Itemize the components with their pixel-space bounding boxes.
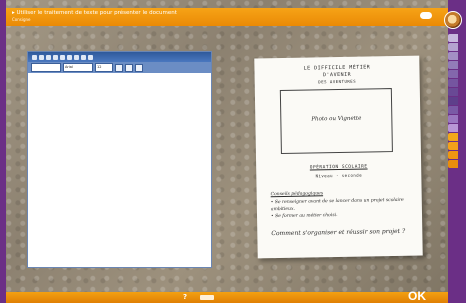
side-tab[interactable] [448, 115, 458, 123]
open-icon[interactable] [39, 54, 44, 60]
copy-icon[interactable] [67, 54, 72, 60]
instruction-bar: ▸ Utiliser le traitement de texte pour p… [6, 8, 448, 26]
italic-icon[interactable] [125, 63, 133, 72]
help-icon[interactable]: ? [183, 293, 187, 301]
side-tab[interactable] [448, 106, 458, 114]
cloud-icon[interactable] [420, 12, 432, 19]
editor-content[interactable] [28, 73, 211, 267]
tool-icon[interactable] [200, 295, 214, 300]
doc-section-heading: Conseils pédagogiques [270, 191, 324, 198]
side-tab[interactable] [448, 61, 458, 69]
paste-icon[interactable] [74, 54, 79, 60]
cut-icon[interactable] [60, 54, 65, 60]
redo-icon[interactable] [88, 54, 93, 60]
font-select[interactable]: Arial [63, 63, 93, 72]
bottom-bar [6, 292, 448, 303]
bold-icon[interactable] [115, 63, 123, 72]
doc-note-3: • Se former au métier choisi. [270, 213, 338, 220]
side-tab[interactable] [448, 34, 458, 42]
underline-icon[interactable] [135, 63, 143, 72]
image-placeholder-text: Photo ou Vignette [311, 115, 362, 123]
doc-note-1: • Se renseigner avant de se lancer dans … [270, 197, 404, 206]
save-icon[interactable] [46, 54, 51, 60]
side-tab[interactable] [448, 88, 458, 96]
app-logo-icon[interactable] [444, 11, 462, 29]
editor-toolbar [28, 52, 211, 62]
doc-question: Comment s'organiser et réussir son proje… [271, 227, 406, 238]
print-icon[interactable] [53, 54, 58, 60]
format-toolbar: Arial 12 [28, 62, 211, 73]
new-doc-icon[interactable] [32, 54, 37, 60]
side-tab[interactable] [448, 124, 458, 132]
undo-icon[interactable] [81, 54, 86, 60]
doc-info-1: OPÉRATION SCOLAIRE [309, 164, 368, 171]
image-placeholder: Photo ou Vignette [279, 88, 393, 155]
instruction-subtitle: Consigne [12, 17, 31, 22]
side-tab[interactable] [448, 97, 458, 105]
side-tab[interactable] [448, 160, 458, 168]
doc-note-2: ambitieux. [270, 206, 295, 213]
side-tab[interactable] [448, 133, 458, 141]
side-tab[interactable] [448, 151, 458, 159]
side-tab[interactable] [448, 52, 458, 60]
document-model: LE DIFFICILE MÉTIER D'AVENIR DES AVENTUR… [254, 55, 423, 259]
ok-button[interactable]: OK [404, 289, 430, 303]
style-select[interactable] [31, 63, 61, 72]
side-tabs [448, 34, 458, 169]
text-editor[interactable]: Arial 12 [27, 51, 212, 268]
doc-info-2: Niveau · seconde [315, 172, 363, 179]
size-select[interactable]: 12 [95, 63, 113, 72]
side-tab[interactable] [448, 79, 458, 87]
side-tab[interactable] [448, 142, 458, 150]
instruction-text: ▸ Utiliser le traitement de texte pour p… [12, 10, 177, 16]
side-tab[interactable] [448, 43, 458, 51]
side-tab[interactable] [448, 70, 458, 78]
